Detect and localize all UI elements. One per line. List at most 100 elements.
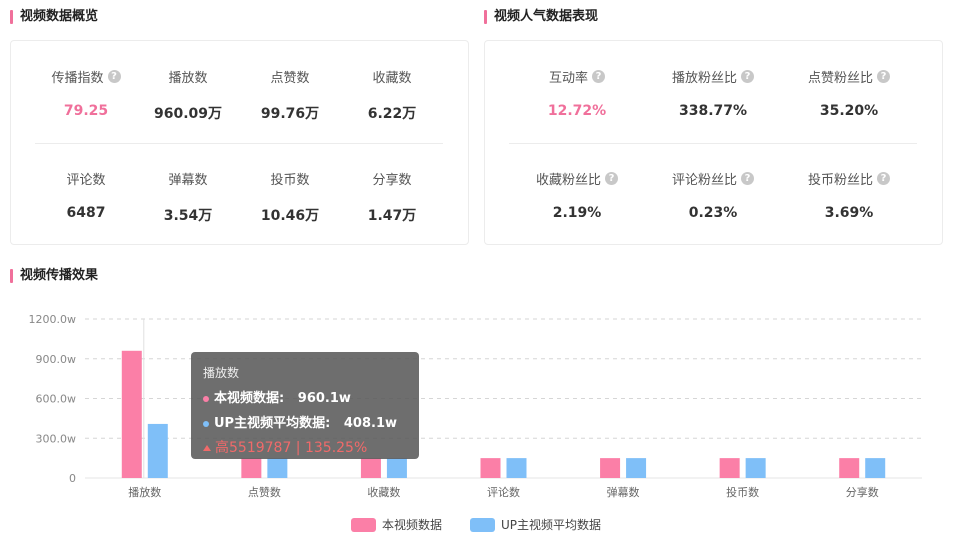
legend-item-avg[interactable]: UP主视频平均数据 [470, 516, 601, 533]
stat-label: 传播指数 [51, 71, 104, 86]
stat-plays: 播放数 960.09万 [138, 67, 238, 123]
legend-swatch [470, 517, 495, 532]
tooltip-diff-text: 高5519787 | 135.25% [215, 440, 368, 456]
chart-bar [719, 458, 740, 478]
chart-bar [865, 458, 886, 478]
stat-value: 79.25 [63, 103, 109, 119]
stat-label: 点赞数 [270, 71, 310, 86]
help-icon[interactable]: ? [592, 70, 605, 83]
stat-value: 0.23% [688, 205, 738, 221]
x-tick-label: 播放数 [128, 485, 161, 499]
stat-value: 6487 [66, 205, 106, 221]
stat-value: 12.72% [547, 103, 607, 119]
series-dot-icon [203, 395, 209, 402]
stat-shares: 分享数 1.47万 [342, 169, 442, 225]
legend-label: 本视频数据 [382, 518, 443, 532]
chart-bar [745, 458, 766, 478]
chart-bar [147, 423, 168, 478]
stat-value: 3.69% [824, 205, 874, 221]
chart-bar [600, 458, 621, 478]
chart-bar [360, 458, 381, 478]
overview-title: 视频数据概览 [10, 9, 98, 25]
stat-label: 播放数 [168, 71, 208, 86]
stat-value: 3.54万 [163, 208, 213, 224]
tooltip-row-avg: UP主视频平均数据: 408.1w [203, 412, 407, 431]
tooltip-value: 408.1w [343, 416, 398, 431]
tooltip-diff: 高5519787 | 135.25% [203, 437, 407, 457]
stat-label: 播放粉丝比 [671, 71, 737, 86]
popularity-title: 视频人气数据表现 [484, 9, 598, 25]
stat-interaction-rate: 互动率? 12.72% [517, 67, 637, 119]
stat-label: 互动率 [548, 71, 588, 86]
stat-label: 投币粉丝比 [807, 173, 873, 188]
chart-bar [121, 350, 142, 478]
stat-value: 6.22万 [367, 106, 417, 122]
stat-label: 分享数 [372, 173, 412, 188]
popularity-divider [509, 143, 917, 144]
help-icon[interactable]: ? [741, 70, 754, 83]
chart-bar [480, 458, 501, 478]
stat-value: 960.09万 [153, 106, 223, 122]
stat-value: 1.47万 [367, 208, 417, 224]
y-tick-label: 0 [69, 472, 76, 485]
x-tick-label: 弹幕数 [607, 485, 640, 499]
stat-play-fan-ratio: 播放粉丝比? 338.77% [653, 67, 773, 119]
stat-label: 评论粉丝比 [671, 173, 737, 188]
legend-swatch [351, 517, 376, 532]
help-icon[interactable]: ? [877, 70, 890, 83]
stat-like-fan-ratio: 点赞粉丝比? 35.20% [789, 67, 909, 119]
legend-item-this[interactable]: 本视频数据 [351, 516, 442, 533]
y-tick-label: 900.0w [36, 353, 77, 366]
x-tick-label: 评论数 [487, 485, 520, 499]
legend-label: UP主视频平均数据 [501, 518, 602, 532]
x-tick-label: 分享数 [846, 485, 879, 499]
stat-favorites: 收藏数 6.22万 [342, 67, 442, 123]
stat-comment-fan-ratio: 评论粉丝比? 0.23% [653, 169, 773, 221]
stat-label: 收藏数 [372, 71, 412, 86]
stat-value: 35.20% [819, 103, 879, 119]
chart-bar [839, 458, 860, 478]
help-icon[interactable]: ? [741, 172, 754, 185]
overview-divider [35, 143, 443, 144]
stat-value: 99.76万 [260, 106, 320, 122]
series-dot-icon [203, 420, 209, 427]
y-tick-label: 300.0w [36, 432, 77, 445]
stat-danmaku: 弹幕数 3.54万 [138, 169, 238, 225]
help-icon[interactable]: ? [605, 172, 618, 185]
stat-value: 10.46万 [260, 208, 320, 224]
stat-label: 点赞粉丝比 [807, 71, 873, 86]
spread-title: 视频传播效果 [10, 268, 98, 284]
stat-coins: 投币数 10.46万 [240, 169, 340, 225]
y-tick-label: 1200.0w [29, 313, 77, 326]
stat-value: 338.77% [678, 103, 748, 119]
x-tick-label: 点赞数 [248, 486, 281, 499]
tooltip-label: UP主视频平均数据: [214, 416, 331, 431]
tooltip-title: 播放数 [203, 366, 240, 380]
stat-coin-fan-ratio: 投币粉丝比? 3.69% [789, 169, 909, 221]
tooltip-label: 本视频数据: [214, 391, 285, 406]
x-tick-label: 收藏数 [367, 485, 400, 499]
tooltip-value: 960.1w [297, 391, 351, 406]
chart-bar [267, 458, 288, 478]
stat-likes: 点赞数 99.76万 [240, 67, 340, 123]
stat-value: 2.19% [552, 205, 602, 221]
chart-tooltip: 播放数 本视频数据: 960.1w UP主视频平均数据: 408.1w 高551… [191, 352, 419, 459]
stat-label: 评论数 [66, 173, 106, 188]
stat-fav-fan-ratio: 收藏粉丝比? 2.19% [517, 169, 637, 221]
chart-bar [386, 458, 407, 478]
chart-bar [241, 458, 262, 478]
tooltip-row-this: 本视频数据: 960.1w [203, 387, 407, 406]
stat-comments: 评论数 6487 [36, 169, 136, 221]
y-tick-label: 600.0w [36, 393, 77, 406]
spread-bar-chart: 0300.0w600.0w900.0w1200.0w播放数 点赞数 收藏数 评论数 弹幕… [29, 313, 922, 499]
stat-label: 弹幕数 [168, 173, 208, 188]
chart-bar [626, 458, 647, 478]
arrow-up-icon [203, 445, 211, 451]
help-icon[interactable]: ? [107, 70, 121, 83]
help-icon[interactable]: ? [877, 172, 890, 185]
x-tick-label: 投币数 [726, 485, 759, 499]
stat-label: 收藏粉丝比 [535, 173, 601, 188]
chart-bar [506, 458, 527, 478]
stat-label: 投币数 [270, 173, 310, 188]
stat-spread-index: 传播指数? 79.25 [36, 67, 136, 119]
